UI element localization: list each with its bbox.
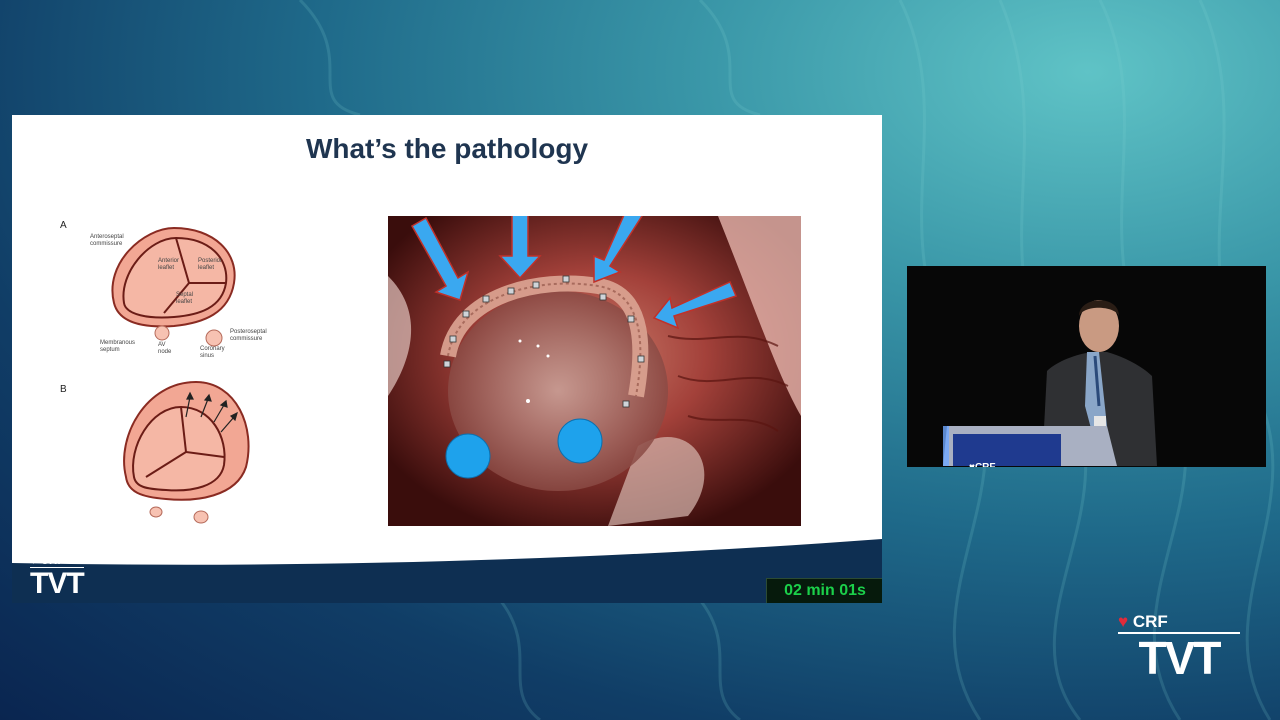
corner-crf: CRF bbox=[1132, 612, 1168, 631]
slide-footer-tvt: TVT bbox=[30, 567, 85, 600]
heart-icon: ♥ bbox=[1118, 612, 1129, 631]
label-anteroseptal: Anteroseptal commissure bbox=[90, 234, 124, 247]
tricuspid-diagram-b bbox=[123, 380, 250, 524]
diagram-label-b: B bbox=[60, 384, 67, 395]
slide-title: What’s the pathology bbox=[305, 133, 589, 164]
label-anterior-leaflet: Anterior leaflet bbox=[158, 258, 180, 271]
diagram-label-a: A bbox=[60, 220, 67, 231]
speaker-video: ♥CRF bbox=[907, 266, 1266, 467]
corner-tvt: TVT bbox=[1118, 632, 1240, 681]
label-av-node: AV node bbox=[158, 342, 172, 355]
label-septal-leaflet: Septal leaflet bbox=[176, 292, 194, 305]
surgical-photo-illustration bbox=[388, 216, 801, 526]
label-membranous-septum: Membranous septum bbox=[100, 340, 136, 353]
slide-footer-logo: ♥ CRF TVT bbox=[30, 555, 85, 600]
heart-icon: ♥ bbox=[30, 555, 38, 567]
label-posterior-leaflet: Posterior leaflet bbox=[198, 258, 223, 271]
timer-display: 02 min 01s bbox=[766, 578, 882, 603]
label-posteroseptal: Posteroseptal commissure bbox=[230, 329, 267, 342]
corner-logo: ♥ CRF TVT bbox=[1118, 612, 1240, 681]
svg-text:♥CRF: ♥CRF bbox=[969, 462, 996, 467]
speaker-video-frame: ♥CRF bbox=[907, 266, 1266, 467]
surgical-photo bbox=[388, 216, 801, 526]
presentation-slide: What’s the pathology A Anteroseptal commi… bbox=[12, 115, 882, 603]
slide-footer-crf: CRF bbox=[40, 555, 65, 567]
slide-footer-band bbox=[12, 539, 882, 603]
label-coronary-sinus: Coronary sinus bbox=[200, 346, 225, 359]
